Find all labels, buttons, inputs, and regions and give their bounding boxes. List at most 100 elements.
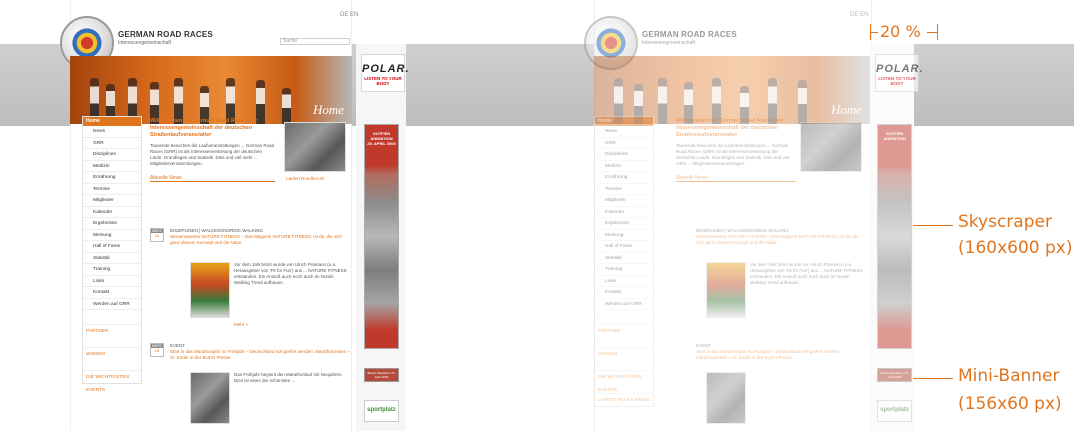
- right-news-1-title[interactable]: Wissenswertes NATURE FITNESS – Das Magaz…: [696, 234, 866, 246]
- minibanner-pointer-line: [913, 378, 953, 379]
- news-1-title[interactable]: Wissenswertes NATURE FITNESS – Das Magaz…: [170, 234, 350, 246]
- nav-item[interactable]: Disziplinen: [83, 149, 141, 161]
- right-welcome-body: Tausende besuchen die Laufveranstaltunge…: [676, 143, 790, 166]
- right-mini-banner-ad[interactable]: Boston Marathon 26. April 2009: [877, 368, 912, 382]
- skyscraper-pointer-line: [913, 225, 953, 226]
- right-welcome-photo: [800, 122, 862, 172]
- right-news-section-heading: Aktuelle News: [676, 175, 796, 182]
- main-content: Willkommen bei German Road Races der Int…: [150, 118, 275, 182]
- right-nav-item[interactable]: Disziplinen: [595, 149, 653, 161]
- skyscraper-ad[interactable]: GUTFIEN ANIMATION 25. APRIL 2009: [364, 124, 399, 349]
- right-hero-banner: Home: [594, 56, 870, 124]
- right-nav-item[interactable]: Kalender: [595, 207, 653, 218]
- right-nav-item[interactable]: GRR: [595, 138, 653, 149]
- nav-item[interactable]: Mitglieder: [83, 195, 141, 207]
- nav-item[interactable]: Medizin: [83, 161, 141, 172]
- right-nav-item[interactable]: Training: [595, 264, 653, 276]
- nav-section-wissen[interactable]: WISSEN: [83, 347, 141, 360]
- language-flags[interactable]: DE EN: [340, 12, 358, 18]
- percent-bracket-right: [937, 24, 938, 40]
- nav-item[interactable]: Ernährung: [83, 172, 141, 184]
- right-nav-item[interactable]: Werden auf GRR: [595, 299, 653, 310]
- nav-item[interactable]: Training: [83, 264, 141, 276]
- right-site-title: GERMAN ROAD RACES: [642, 30, 737, 39]
- nav-item[interactable]: Kalender: [83, 207, 141, 218]
- news-item-2: EVENT Start in das Marathonjahr im Frühj…: [170, 343, 350, 361]
- right-main-content: Willkommen bei German Road Races der Int…: [676, 118, 796, 182]
- minibanner-annotation-label: Mini-Banner: [958, 366, 1060, 386]
- right-nav-item[interactable]: Medizin: [595, 161, 653, 172]
- hero-banner: Home: [70, 56, 352, 124]
- nav-item[interactable]: Links: [83, 276, 141, 287]
- news-item-1: DISZIPLINEN | WALKING/NORDIC WALKING Wis…: [170, 228, 350, 246]
- right-nav-section-wissen[interactable]: WISSEN: [595, 347, 653, 360]
- right-language-flags[interactable]: DE EN: [850, 12, 868, 18]
- skyscraper-ad-date: 25. APRIL 2009: [367, 141, 396, 146]
- right-nav-item[interactable]: Mitglieder: [595, 195, 653, 207]
- polar-logo: POLAR.: [362, 63, 410, 75]
- nav-section-partner[interactable]: PARTNER: [83, 324, 141, 337]
- percent-label: 20 %: [880, 22, 921, 41]
- right-nav-item[interactable]: Termine: [595, 184, 653, 195]
- welcome-photo: [284, 122, 346, 172]
- polar-tagline: LISTEN TO YOUR BODY: [364, 76, 402, 86]
- right-nav-item[interactable]: Kontakt: [595, 287, 653, 299]
- right-nav-home[interactable]: Home: [595, 117, 653, 126]
- side-navigation: Home News GRR Disziplinen Medizin Ernähr…: [82, 116, 142, 393]
- search-input[interactable]: Suche: [280, 38, 350, 45]
- banner-home-word: Home: [312, 102, 344, 117]
- news-date-2: MÄRZ 16: [150, 343, 164, 357]
- news-2-title[interactable]: Start in das Marathonjahr im Frühjahr – …: [170, 349, 350, 361]
- right-nav-section-events[interactable]: DIE WICHTIGSTEN EVENTS: [595, 370, 653, 393]
- right-nav-item[interactable]: Statistik: [595, 253, 653, 264]
- right-nav-section-trails[interactable]: LATEST TRAILS NEWS: [595, 393, 653, 406]
- nav-item[interactable]: Werden auf GRR: [83, 299, 141, 310]
- nav-item[interactable]: GRR: [83, 138, 141, 149]
- minibanner-annotation-size: (156x60 px): [958, 394, 1062, 414]
- right-polar-ad[interactable]: POLAR. LISTEN TO YOUR BODY: [875, 54, 924, 92]
- right-nav-item[interactable]: Ernährung: [595, 172, 653, 184]
- right-site-subtitle: Interessengemeinschaft: [642, 40, 696, 46]
- nav-item[interactable]: Statistik: [83, 253, 141, 264]
- nav-item[interactable]: Hall of Fame: [83, 241, 141, 253]
- right-news-2-title[interactable]: Start in das Marathonjahr im Frühjahr – …: [696, 349, 866, 361]
- percent-bracket-line-right: [927, 32, 937, 33]
- nav-item[interactable]: News: [83, 126, 141, 138]
- nav-section-events[interactable]: DIE WICHTIGSTEN EVENTS: [83, 370, 141, 393]
- sportplatz-ad[interactable]: sportplatz: [364, 400, 399, 422]
- right-nav-item[interactable]: Ergebnisse: [595, 218, 653, 230]
- right-news-item-1: DISZIPLINEN | WALKING/NORDIC WALKING Wis…: [696, 228, 866, 246]
- site-subtitle: Interessengemeinschaft: [118, 40, 172, 46]
- nav-item[interactable]: Ergebnisse: [83, 218, 141, 230]
- photo-caption[interactable]: Laufen Rundherum: [286, 176, 325, 182]
- right-sportplatz-ad[interactable]: sportplatz: [877, 400, 912, 422]
- skyscraper-annotation-label: Skyscraper: [958, 212, 1052, 232]
- right-news-2-photo: [706, 372, 746, 424]
- polar-ad[interactable]: POLAR. LISTEN TO YOUR BODY: [361, 54, 410, 92]
- nav-home[interactable]: Home: [83, 117, 141, 126]
- right-polar-tagline: LISTEN TO YOUR BODY: [878, 76, 916, 86]
- right-side-navigation: Home News GRR Disziplinen Medizin Ernähr…: [594, 116, 654, 407]
- nav-item[interactable]: Meinung: [83, 230, 141, 241]
- right-nav-section-partner[interactable]: PARTNER: [595, 324, 653, 337]
- news-date-1: MÄRZ 16: [150, 228, 164, 242]
- right-welcome-heading: Willkommen bei German Road Races der Int…: [676, 118, 784, 138]
- right-nav-item[interactable]: Hall of Fame: [595, 241, 653, 253]
- welcome-heading: Willkommen bei German Road Races der Int…: [150, 118, 258, 138]
- nav-item[interactable]: Termine: [83, 184, 141, 195]
- right-polar-logo: POLAR.: [876, 63, 924, 75]
- right-nav-item[interactable]: Links: [595, 276, 653, 287]
- nav-item[interactable]: Kontakt: [83, 287, 141, 299]
- percent-bracket-line-left: [870, 32, 878, 33]
- news-1-more-link[interactable]: Mehr »: [234, 322, 248, 328]
- skyscraper-ad-title: GUTFIEN ANIMATION: [370, 131, 393, 141]
- mini-banner-ad[interactable]: Boston Marathon 26. April 2009: [364, 368, 399, 382]
- right-nav-item[interactable]: Meinung: [595, 230, 653, 241]
- right-news-item-2: EVENT Start in das Marathonjahr im Frühj…: [696, 343, 866, 361]
- right-banner-home-word: Home: [830, 102, 862, 117]
- right-skyscraper-ad[interactable]: GUTFIEN ANIMATION: [877, 124, 912, 349]
- right-nav-item[interactable]: News: [595, 126, 653, 138]
- news-item-2-body: Das Frühjahr beginnt den Marathonlauf mi…: [234, 372, 343, 383]
- news-section-heading: Aktuelle News: [150, 175, 275, 182]
- right-news-item-1-body: Vor dem Jahrzehnt wurde von Ulrich Prama…: [750, 262, 863, 285]
